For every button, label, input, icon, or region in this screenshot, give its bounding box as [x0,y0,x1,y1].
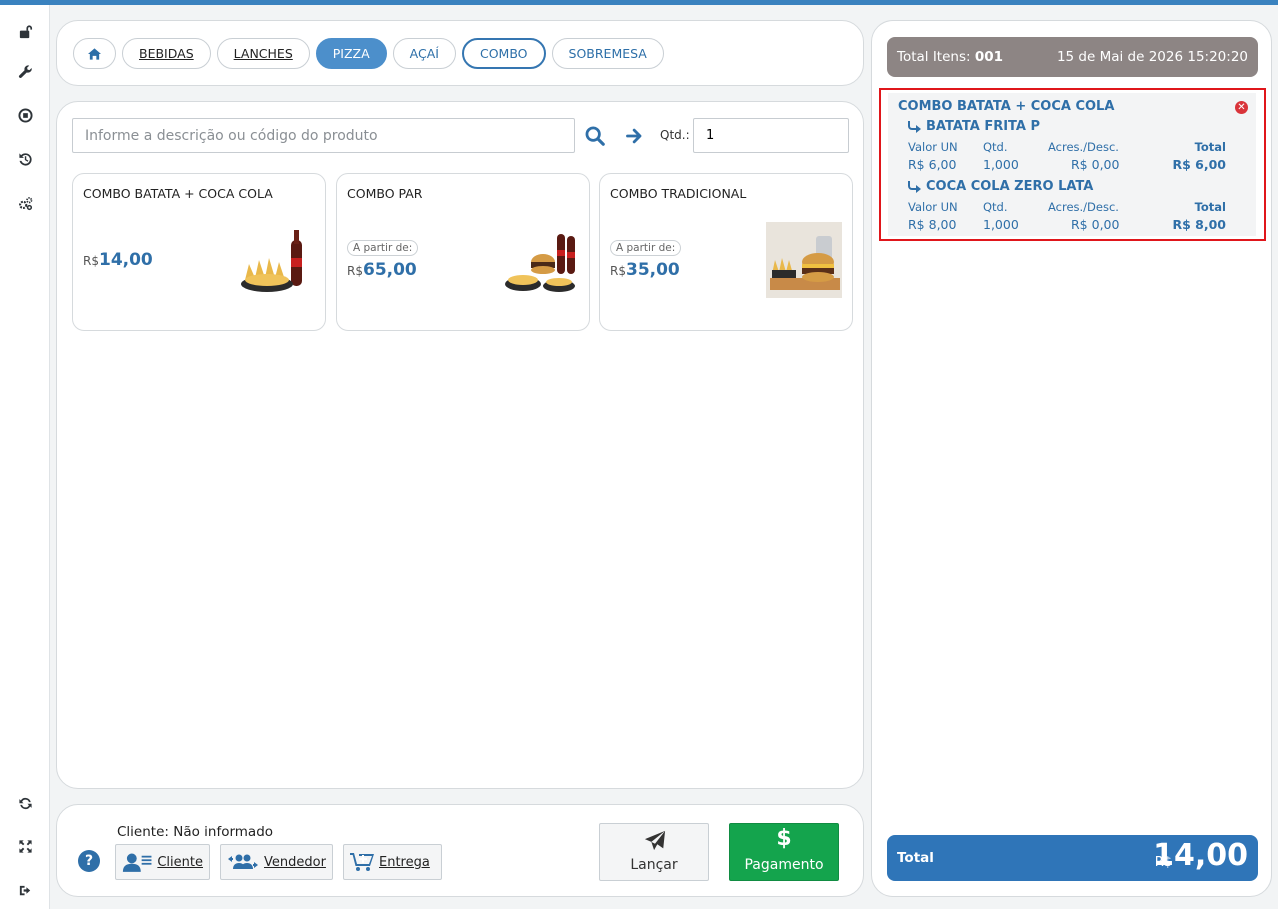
remove-item-icon[interactable]: ✕ [1235,101,1248,114]
cart-header: Total Itens: 001 15 de Mai de 2026 15:20… [887,37,1258,77]
combo-fries-coke-image [241,230,302,292]
lancar-button-label: Lançar [630,857,678,873]
pagamento-button-label: Pagamento [744,857,824,873]
cart-plus-icon [350,853,374,871]
pagamento-button[interactable]: $ Pagamento [729,823,839,881]
category-tab-bebidas[interactable]: BEBIDAS [122,38,211,69]
total-label: Total [897,850,934,866]
search-input[interactable] [72,118,575,153]
cliente-status-label: Cliente: Não informado [117,824,274,840]
total-value: 14,00 [1153,838,1248,873]
reply-arrow-icon [908,180,921,193]
category-tab-label: SOBREMESA [568,46,647,61]
combo-par-image [505,234,575,292]
cliente-button-label: Cliente [157,854,203,870]
category-tab-label: PIZZA [332,46,370,61]
category-tab-label: AÇAÍ [409,46,439,61]
cart-item-title: COMBO BATATA + COCA COLA [898,99,1115,114]
category-tab-sobremesa[interactable]: SOBREMESA [551,38,664,69]
entrega-button-label: Entrega [379,854,430,870]
cart-subitem-name: BATATA FRITA P [907,119,1040,134]
product-card[interactable]: COMBO BATATA + COCA COLA R$14,00 [72,173,326,331]
wrench-icon[interactable] [13,59,37,83]
entrega-button[interactable]: Entrega [343,844,442,880]
product-card[interactable]: COMBO PAR A partir de: R$65,00 [336,173,590,331]
history-icon[interactable] [13,147,37,171]
unlock-icon[interactable] [13,19,37,43]
total-items: Total Itens: 001 [897,49,1004,65]
cart-datetime: 15 de Mai de 2026 15:20:20 [1056,49,1248,65]
product-price: R$35,00 [610,260,680,280]
product-name: COMBO TRADICIONAL [610,186,747,201]
logout-icon[interactable] [13,878,37,902]
product-name: COMBO PAR [347,186,423,201]
product-price: R$65,00 [347,260,417,280]
product-card[interactable]: COMBO TRADICIONAL A partir de: R$35,00 [599,173,853,331]
gears-icon[interactable] [13,191,37,215]
stop-circle-icon[interactable] [13,103,37,127]
cart-panel: Total Itens: 001 15 de Mai de 2026 15:20… [871,20,1272,897]
arrow-right-icon[interactable] [623,123,647,149]
sidebar [0,5,50,909]
product-name: COMBO BATATA + COCA COLA [83,186,273,201]
dollar-icon: $ [776,826,792,851]
vendedor-button-label: Vendedor [264,854,326,870]
qty-label: Qtd.: [660,128,690,142]
category-tab-label: COMBO [479,46,528,61]
category-tab-label: LANCHES [233,46,293,61]
lancar-button[interactable]: Lançar [599,823,709,881]
refresh-icon[interactable] [13,791,37,815]
search-icon[interactable] [582,123,608,149]
home-icon [88,47,101,60]
qty-input[interactable] [693,118,849,153]
category-home-button[interactable] [73,38,116,69]
combo-tradicional-image [766,222,842,298]
category-tab-label: BEBIDAS [139,46,194,61]
cart-item[interactable]: COMBO BATATA + COCA COLA ✕ BATATA FRITA … [879,88,1266,241]
product-price: R$14,00 [83,250,153,270]
help-icon[interactable]: ? [78,850,100,872]
paper-plane-icon [644,830,666,851]
cart-item-body: COMBO BATATA + COCA COLA ✕ BATATA FRITA … [888,93,1256,236]
products-panel: Qtd.: COMBO BATATA + COCA COLA R$14,00 C… [56,101,864,789]
users-exchange-icon [228,854,258,869]
category-tabs: BEBIDAS LANCHES PIZZA AÇAÍ COMBO SOBREMESA [73,38,664,69]
reply-arrow-icon [908,120,921,133]
cliente-button[interactable]: Cliente [115,844,210,880]
category-tab-lanches[interactable]: LANCHES [216,38,310,69]
footer-panel: Cliente: Não informado ? Cliente Vendedo… [56,804,864,897]
user-card-icon [122,853,152,872]
top-accent-bar [0,0,1278,5]
category-tab-combo[interactable]: COMBO [461,38,546,69]
vendedor-button[interactable]: Vendedor [220,844,333,880]
cart-total-bar: Total R$ 14,00 [887,835,1258,881]
category-tab-pizza[interactable]: PIZZA [315,38,387,69]
fullscreen-icon[interactable] [13,834,37,858]
category-tab-a-a-[interactable]: AÇAÍ [392,38,456,69]
category-panel: BEBIDAS LANCHES PIZZA AÇAÍ COMBO SOBREMESA [56,20,864,86]
from-price-badge: A partir de: [610,240,682,256]
from-price-badge: A partir de: [347,240,419,256]
cart-subitem-name: COCA COLA ZERO LATA [907,179,1093,194]
